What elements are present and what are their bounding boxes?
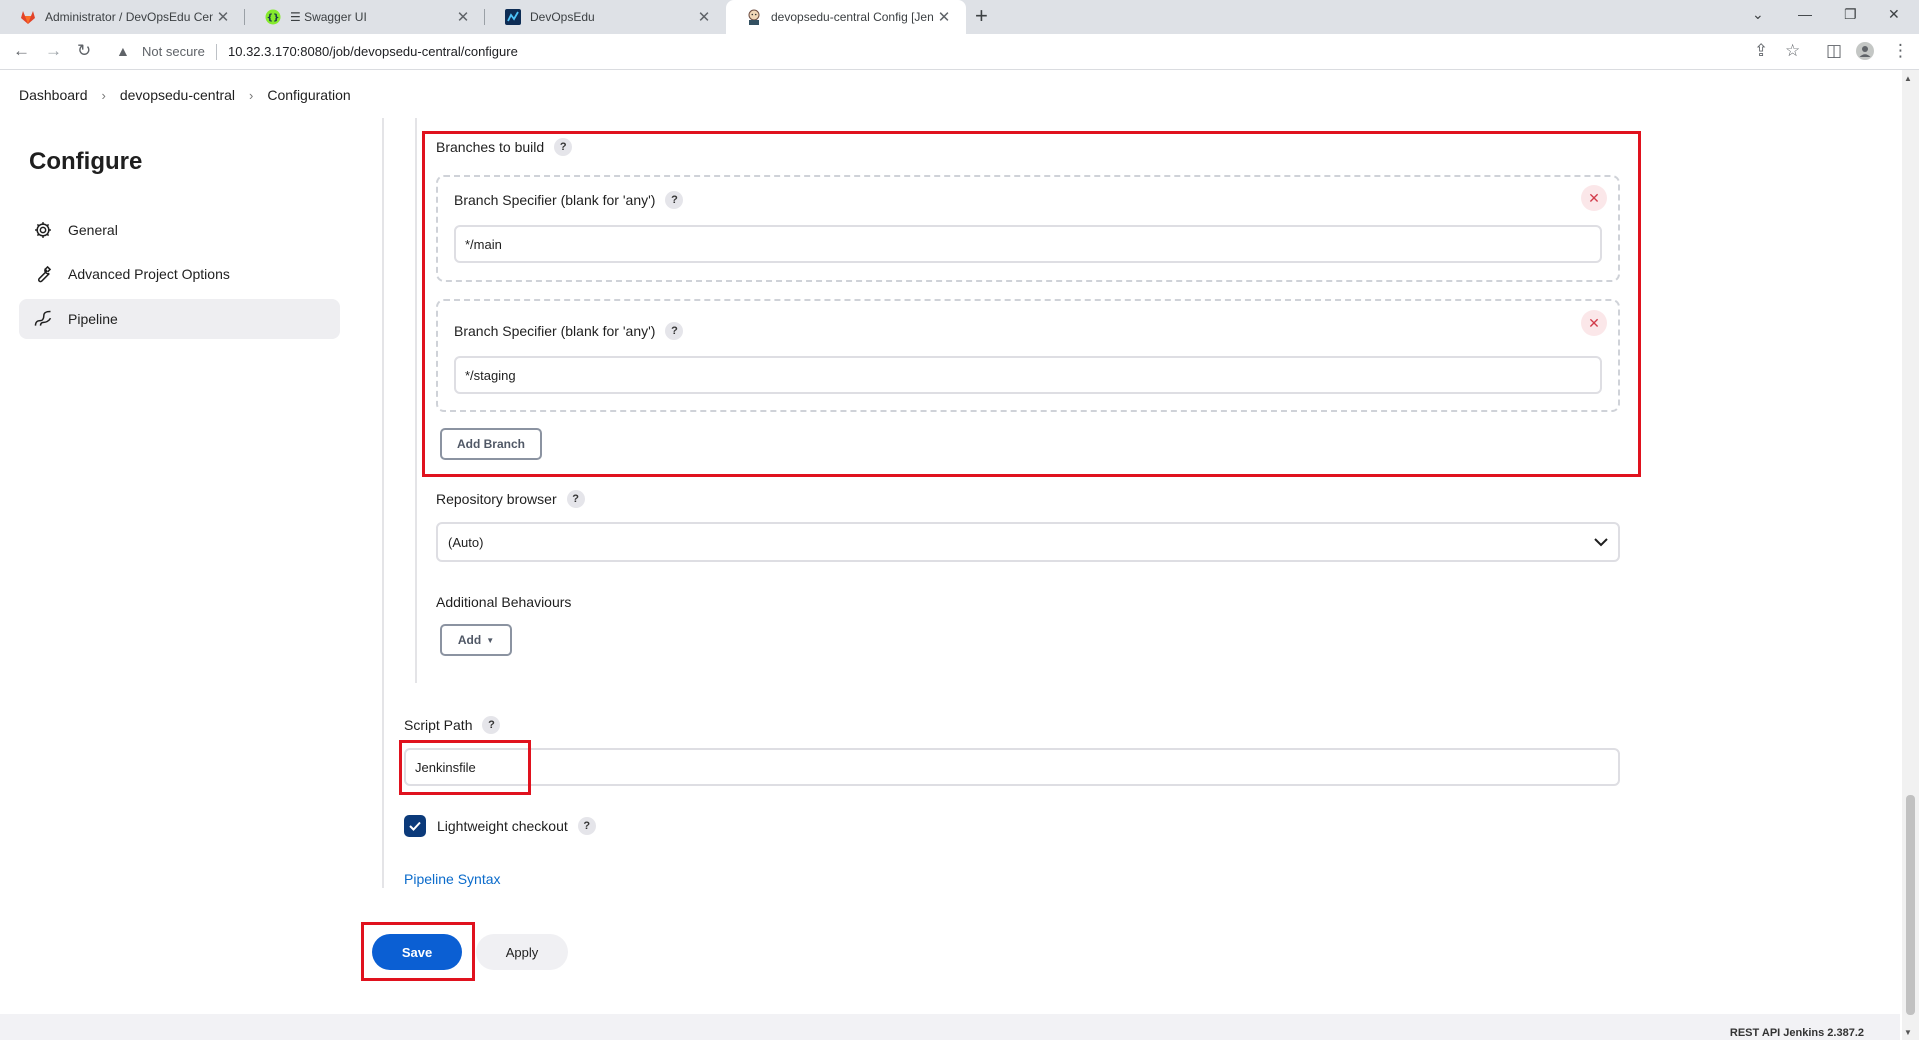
gitlab-icon	[20, 9, 36, 25]
help-icon[interactable]: ?	[577, 817, 596, 835]
not-secure-label[interactable]: Not secure	[142, 44, 205, 59]
highlight-box-script-path	[399, 740, 531, 795]
lightweight-checkout-checkbox[interactable]	[404, 815, 426, 837]
footer-text[interactable]: REST API Jenkins 2.387.2	[1730, 1027, 1864, 1039]
forward-icon[interactable]: →	[45, 42, 62, 60]
sidebar-item-label: General	[68, 222, 118, 238]
pipeline-icon	[32, 308, 54, 330]
browser-tab-devopsedu[interactable]: DevOpsEdu ✕	[485, 0, 726, 34]
jenkins-icon	[746, 9, 762, 25]
sidebar-item-label: Pipeline	[68, 311, 118, 327]
chevron-down-icon	[1594, 535, 1608, 550]
repository-browser-value: (Auto)	[448, 534, 484, 550]
pipeline-syntax-link[interactable]: Pipeline Syntax	[404, 871, 501, 887]
share-icon[interactable]: ⇪	[1754, 42, 1768, 60]
close-icon[interactable]: ✕	[453, 8, 473, 26]
sidebar-item-label: Advanced Project Options	[68, 266, 230, 282]
browser-toolbar: ← → ↻ ▲ Not secure 10.32.3.170:8080/job/…	[0, 34, 1919, 70]
svg-text:{}: {}	[267, 14, 280, 24]
side-panel-icon[interactable]: ◫	[1826, 42, 1842, 60]
tab-title: Administrator / DevOpsEdu Central	[45, 10, 213, 24]
lightweight-checkout-label: Lightweight checkout ?	[437, 817, 596, 835]
section-indent-line	[382, 118, 384, 888]
chevron-right-icon: ›	[101, 87, 106, 103]
menu-kebab-icon[interactable]: ⋮	[1892, 42, 1909, 60]
page-title: Configure	[29, 148, 143, 175]
add-button-label: Add	[457, 633, 482, 647]
repository-browser-text: Repository browser	[436, 491, 557, 507]
breadcrumb: Dashboard › devopsedu-central › Configur…	[0, 71, 1900, 119]
browser-tabstrip: Administrator / DevOpsEdu Central ✕ {} ☰…	[0, 0, 1919, 34]
breadcrumb-item-configuration[interactable]: Configuration	[267, 87, 350, 103]
profile-icon[interactable]	[1856, 42, 1874, 64]
caret-down-icon: ▼	[486, 635, 495, 645]
scroll-up-arrow-icon[interactable]: ▲	[1904, 74, 1912, 83]
tab-title: ☰ Swagger UI	[290, 10, 367, 24]
close-icon[interactable]: ✕	[934, 8, 954, 26]
page-footer: REST API Jenkins 2.387.2	[0, 1014, 1900, 1040]
restore-icon[interactable]: ❐	[1844, 6, 1857, 23]
new-tab-button[interactable]: +	[975, 5, 988, 27]
scrollbar-thumb[interactable]	[1906, 795, 1915, 1015]
tab-search-icon[interactable]: ⌄	[1752, 6, 1764, 23]
window-close-icon[interactable]: ✕	[1888, 6, 1900, 23]
script-path-text: Script Path	[404, 717, 473, 733]
warning-icon[interactable]: ▲	[116, 43, 130, 59]
wrench-icon	[32, 263, 54, 285]
close-icon[interactable]: ✕	[694, 8, 714, 26]
highlight-box-save	[361, 922, 475, 981]
close-icon[interactable]: ✕	[213, 8, 233, 26]
additional-behaviours-label: Additional Behaviours	[436, 594, 572, 610]
app-icon	[505, 9, 521, 25]
bookmark-star-icon[interactable]: ☆	[1785, 42, 1800, 60]
browser-tab-swagger[interactable]: {} ☰ Swagger UI ✕	[245, 0, 485, 34]
repository-browser-label: Repository browser ?	[436, 490, 585, 508]
back-icon[interactable]: ←	[13, 42, 30, 60]
tab-title: DevOpsEdu	[530, 10, 595, 24]
tab-title: devopsedu-central Config [Jenkins]	[771, 10, 934, 24]
reload-icon[interactable]: ↻	[77, 42, 91, 60]
breadcrumb-item-dashboard[interactable]: Dashboard	[19, 87, 88, 103]
minimize-icon[interactable]: —	[1798, 6, 1812, 22]
apply-button[interactable]: Apply	[476, 934, 568, 970]
browser-tab-gitlab[interactable]: Administrator / DevOpsEdu Central ✕	[0, 0, 245, 34]
help-icon[interactable]: ?	[566, 490, 585, 508]
swagger-icon: {}	[265, 9, 281, 25]
help-icon[interactable]: ?	[482, 716, 501, 734]
script-path-input[interactable]: Jenkinsfile	[404, 748, 1620, 786]
repository-browser-select[interactable]: (Auto)	[436, 522, 1620, 562]
sidebar-item-pipeline[interactable]: Pipeline	[19, 299, 340, 339]
breadcrumb-item-job[interactable]: devopsedu-central	[120, 87, 235, 103]
browser-tab-jenkins[interactable]: devopsedu-central Config [Jenkins] ✕	[726, 0, 966, 34]
address-bar-url[interactable]: 10.32.3.170:8080/job/devopsedu-central/c…	[228, 44, 518, 59]
scroll-down-arrow-icon[interactable]: ▼	[1904, 1028, 1912, 1037]
lightweight-checkout-text[interactable]: Lightweight checkout	[437, 818, 568, 834]
gear-icon	[32, 219, 54, 241]
highlight-box-branches	[422, 131, 1641, 477]
sidebar-item-general[interactable]: General	[19, 210, 340, 250]
address-divider	[216, 44, 217, 60]
add-behaviour-button[interactable]: Add ▼	[440, 624, 512, 656]
check-icon	[409, 821, 421, 831]
script-path-label: Script Path ?	[404, 716, 501, 734]
chevron-right-icon: ›	[249, 87, 254, 103]
sidebar-item-advanced-project-options[interactable]: Advanced Project Options	[19, 254, 340, 294]
section-indent-line	[415, 118, 417, 683]
